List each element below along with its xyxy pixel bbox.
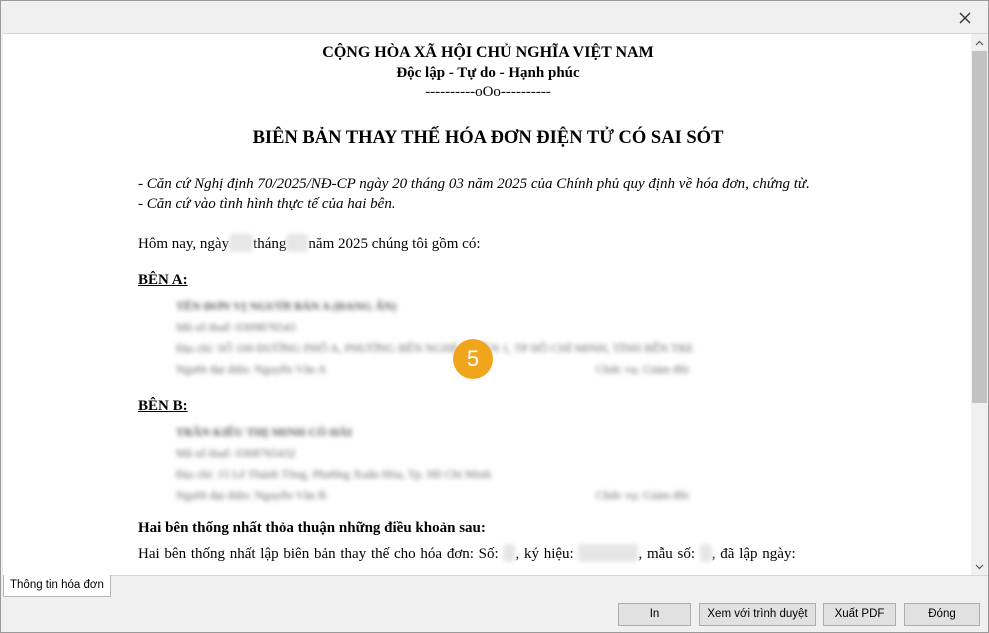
document-title: BIÊN BẢN THAY THẾ HÓA ĐƠN ĐIỆN TỬ CÓ SAI… [252, 128, 724, 148]
print-button[interactable]: In [618, 603, 691, 626]
agreement-text-3: , mẫu số: [638, 546, 696, 562]
date-month-label: tháng [253, 236, 287, 252]
export-pdf-button[interactable]: Xuất PDF [823, 603, 896, 626]
close-button[interactable]: Đóng [904, 603, 980, 626]
legal-basis-2: - Căn cứ vào tình hình thực tế của hai b… [138, 196, 396, 212]
agreement-text: Hai bên thống nhất lập biên bản thay thế… [138, 544, 838, 564]
view-in-browser-button[interactable]: Xem với trình duyệt [699, 603, 816, 626]
agreement-text-1: Hai bên thống nhất lập biên bản thay thế… [138, 546, 499, 562]
chevron-up-icon [975, 40, 984, 45]
agreement-text-4: , đã lập ngày: [711, 546, 796, 562]
party-a-heading: BÊN A: [138, 272, 188, 288]
motto: Độc lập - Tự do - Hạnh phúc [396, 65, 580, 81]
party-a-info: TÊN ĐƠN VỊ NGƯỜI BÁN A (ĐANG ẨN) Mã số t… [176, 296, 838, 380]
tab-invoice-info[interactable]: Thông tin hóa đơn [3, 575, 111, 597]
invoice-number-blank [503, 544, 516, 562]
agreement-text-2: , ký hiệu: [515, 546, 574, 562]
scroll-down-button[interactable] [971, 558, 988, 575]
legal-basis: - Căn cứ Nghị định 70/2025/NĐ-CP ngày 20… [138, 174, 838, 214]
agreement-heading: Hai bên thống nhất thỏa thuận những điều… [138, 520, 486, 536]
date-line: Hôm nay, ngày tháng năm 2025 chúng tôi gồm… [138, 234, 838, 254]
scroll-up-button[interactable] [971, 34, 988, 51]
date-suffix: năm 2025 chúng tôi gồm có: [308, 236, 481, 252]
vertical-scrollbar[interactable] [971, 34, 988, 575]
chevron-down-icon [975, 564, 984, 569]
party-b-info: TRẦN KIỀU THỊ MINH CÔ HẢI Mã số thuế: 03… [176, 422, 838, 506]
invoice-symbol-blank [578, 544, 639, 562]
invoice-dialog-window: CỘNG HÒA XÃ HỘI CHỦ NGHĨA VIỆT NAM Độc l… [0, 0, 989, 633]
party-a-name: TÊN ĐƠN VỊ NGƯỜI BÁN A (ĐANG ẨN) [176, 299, 397, 313]
party-a-position: Chức vụ: Giám đốc [596, 362, 691, 376]
country-header: CỘNG HÒA XÃ HỘI CHỦ NGHĨA VIỆT NAM [322, 44, 654, 61]
document-page: CỘNG HÒA XÃ HỘI CHỦ NGHĨA VIỆT NAM Độc l… [138, 42, 838, 564]
title-bar [1, 1, 988, 33]
party-b-address: Địa chỉ: 15 Lê Thánh Tông, Phường Xuân H… [176, 467, 492, 481]
close-icon [959, 12, 971, 24]
party-a-representative-row: Người đại diện: Nguyễn Văn A Chức vụ: Giá… [176, 359, 838, 380]
party-a-address: Địa chỉ: SỐ 100 ĐƯỜNG PHỐ A, PHƯỜNG BẾN … [176, 341, 694, 355]
party-b-position: Chức vụ: Giám đốc [596, 488, 691, 502]
party-b-name: TRẦN KIỀU THỊ MINH CÔ HẢI [176, 425, 353, 439]
month-blank [286, 234, 309, 252]
scrollbar-thumb[interactable] [972, 51, 987, 403]
party-a-tax: Mã số thuế: 0309876543 [176, 320, 296, 334]
header-divider: ----------oOo---------- [425, 84, 551, 100]
party-a-representative: Người đại diện: Nguyễn Văn A [176, 362, 327, 376]
party-b-tax: Mã số thuế: 0308765432 [176, 446, 296, 460]
party-b-representative: Người đại diện: Nguyễn Văn B [176, 488, 327, 502]
document-viewer: CỘNG HÒA XÃ HỘI CHỦ NGHĨA VIỆT NAM Độc l… [3, 33, 988, 576]
day-blank [229, 234, 254, 252]
window-close-button[interactable] [954, 7, 976, 29]
invoice-form-blank [699, 544, 712, 562]
party-b-heading: BÊN B: [138, 398, 188, 414]
party-b-representative-row: Người đại diện: Nguyễn Văn B Chức vụ: Giá… [176, 485, 838, 506]
legal-basis-1: - Căn cứ Nghị định 70/2025/NĐ-CP ngày 20… [138, 176, 810, 192]
date-prefix: Hôm nay, ngày [138, 236, 230, 252]
step-badge: 5 [453, 339, 493, 379]
